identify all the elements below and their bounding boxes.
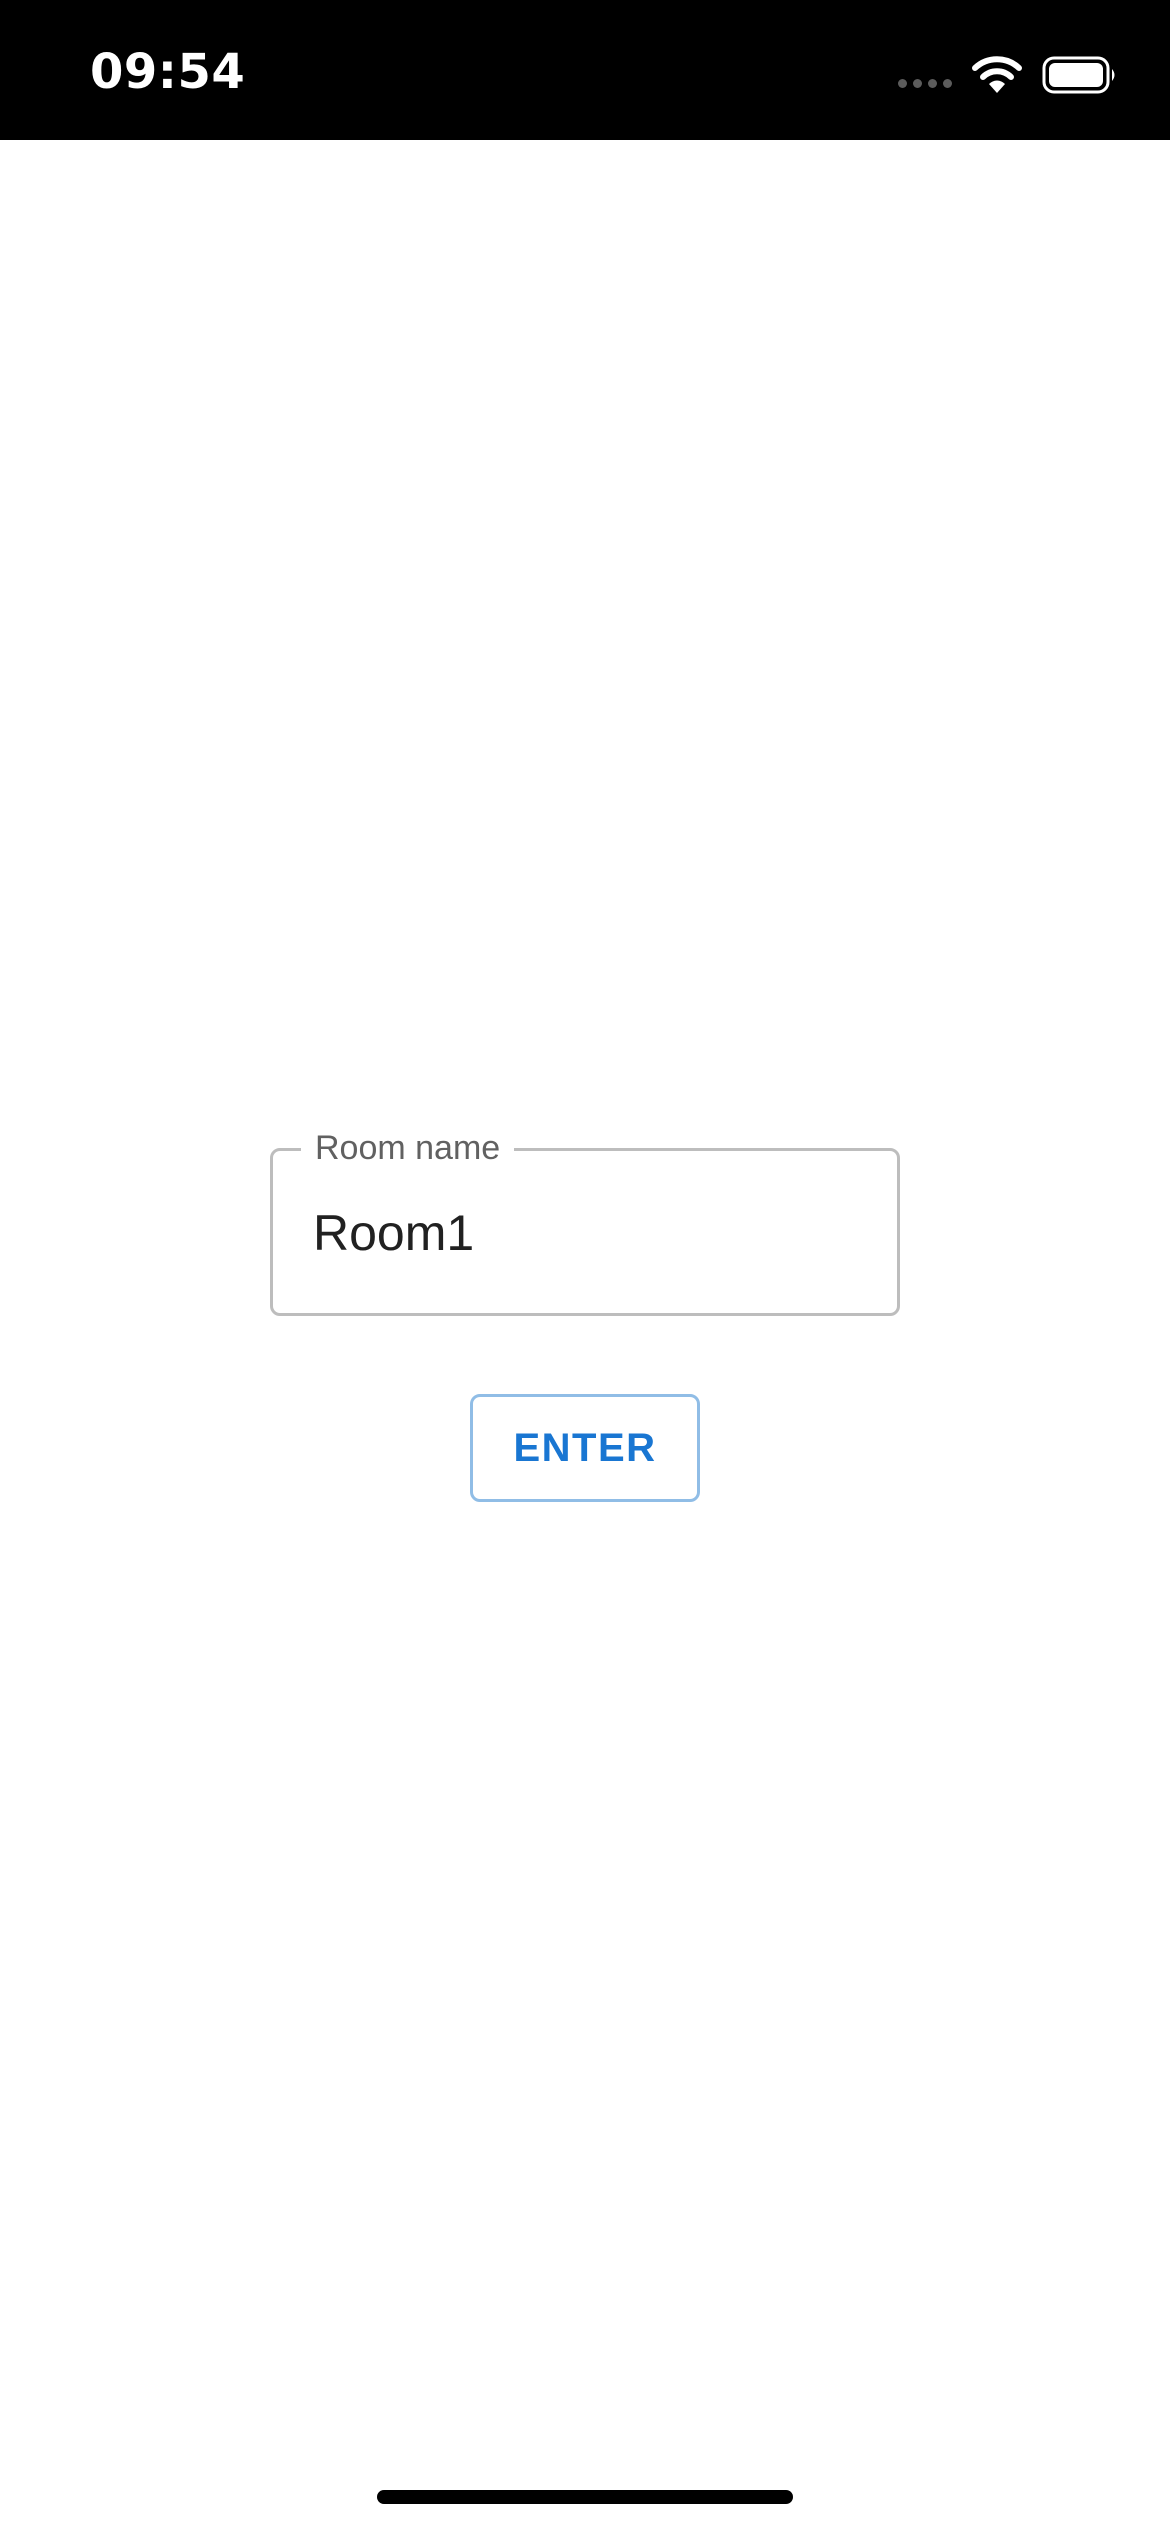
home-indicator[interactable] [377,2490,793,2504]
status-icons [898,50,1118,100]
battery-icon [1042,56,1115,94]
enter-button[interactable]: ENTER [470,1394,700,1502]
room-name-field[interactable]: Room name [270,1126,900,1316]
status-time: 09:54 [90,44,246,100]
room-name-input[interactable] [313,1203,873,1263]
status-bar: 09:54 [0,0,1170,140]
cellular-signal-icon [898,78,952,88]
room-form: Room name ENTER [270,1126,900,1502]
room-name-label: Room name [301,1126,515,1170]
wifi-icon [972,56,1022,93]
